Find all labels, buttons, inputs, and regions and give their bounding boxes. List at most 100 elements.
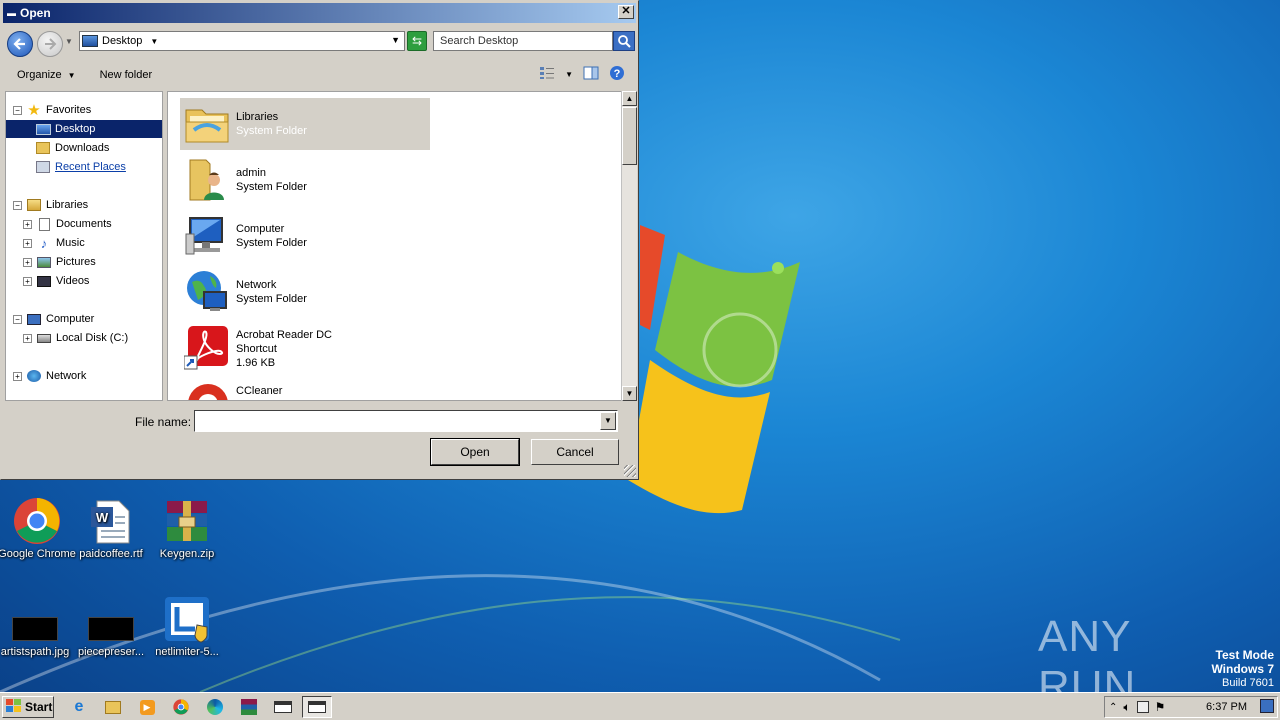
- tree-label: Pictures: [56, 256, 96, 268]
- view-dropdown-icon[interactable]: ▼: [565, 70, 573, 79]
- show-desktop-button[interactable]: [1260, 699, 1274, 713]
- tree-item-downloads[interactable]: Downloads: [35, 139, 109, 157]
- network-status-icon[interactable]: [1136, 701, 1149, 713]
- user-folder-icon: [184, 156, 230, 202]
- libraries-folder-icon: [184, 100, 230, 146]
- winrar-archive-icon: [163, 497, 211, 545]
- taskbar-window[interactable]: [268, 696, 298, 718]
- taskbar-winrar[interactable]: [234, 696, 264, 718]
- action-center-flag-icon[interactable]: ⚑: [1155, 700, 1166, 714]
- explorer-icon: [105, 700, 121, 714]
- organize-button[interactable]: Organize ▼: [5, 69, 88, 81]
- tree-item-favorites[interactable]: − ★ Favorites: [13, 101, 91, 119]
- breadcrumb-chevron-icon[interactable]: ▼: [150, 37, 158, 46]
- tree-item-recent-places[interactable]: Recent Places: [35, 158, 126, 176]
- desktop-icon-paidcoffee[interactable]: W paidcoffee.rtf: [72, 497, 150, 561]
- taskbar-ie[interactable]: e: [64, 696, 94, 718]
- collapse-icon[interactable]: −: [13, 105, 22, 115]
- libraries-icon: [26, 198, 42, 212]
- close-button[interactable]: ✕: [618, 5, 634, 19]
- change-view-icon[interactable]: [539, 66, 555, 83]
- taskbar-explorer[interactable]: [98, 696, 128, 718]
- test-mode-notice: Test Mode Windows 7 Build 7601: [1211, 648, 1274, 690]
- expand-icon[interactable]: +: [23, 219, 32, 229]
- expand-icon[interactable]: +: [23, 257, 32, 267]
- tree-item-libraries[interactable]: − Libraries: [13, 196, 88, 214]
- address-text: Desktop: [102, 35, 143, 47]
- collapse-icon[interactable]: −: [13, 200, 22, 210]
- scroll-thumb[interactable]: [622, 107, 637, 165]
- refresh-icon: ⇆: [411, 34, 423, 48]
- computer-icon: [184, 212, 230, 258]
- taskbar-chrome[interactable]: [166, 696, 196, 718]
- expand-icon[interactable]: +: [23, 238, 32, 248]
- volume-icon[interactable]: 🔈︎: [1123, 700, 1130, 715]
- collapse-icon[interactable]: −: [13, 314, 22, 324]
- search-input[interactable]: Search Desktop: [433, 31, 613, 51]
- file-item-admin[interactable]: admin System Folder: [180, 154, 430, 206]
- show-hidden-icons-icon[interactable]: ⌃: [1109, 702, 1117, 713]
- resize-grip[interactable]: [624, 465, 636, 477]
- file-item-ccleaner[interactable]: CCleaner Shortcut: [180, 378, 430, 400]
- tree-item-videos[interactable]: + Videos: [23, 272, 89, 290]
- cancel-button[interactable]: Cancel: [531, 439, 619, 465]
- taskbar-window-active[interactable]: [302, 696, 332, 718]
- dialog-system-menu-icon[interactable]: ▬: [7, 8, 16, 18]
- help-icon[interactable]: ?: [609, 65, 625, 84]
- file-item-network[interactable]: Network System Folder: [180, 266, 430, 318]
- desktop-icon-netlimiter[interactable]: netlimiter-5...: [148, 595, 226, 659]
- anyrun-watermark: ANY RUN: [1038, 612, 1137, 711]
- tree-item-music[interactable]: + ♪ Music: [23, 234, 85, 252]
- downloads-folder-icon: [35, 141, 51, 155]
- file-type: Shortcut: [236, 343, 277, 355]
- tree-item-desktop[interactable]: Desktop: [6, 120, 162, 138]
- taskbar: Start e ▶ ⌃ 🔈︎ ⚑ 6:37 PM: [0, 692, 1280, 720]
- tree-item-computer[interactable]: − Computer: [13, 310, 94, 328]
- refresh-button[interactable]: ⇆: [407, 31, 427, 51]
- file-item-libraries[interactable]: Libraries System Folder: [180, 98, 430, 150]
- desktop-icon: [35, 122, 51, 136]
- forward-button[interactable]: [37, 31, 63, 57]
- back-button[interactable]: [7, 31, 33, 57]
- tree-item-documents[interactable]: + Documents: [23, 215, 112, 233]
- chrome-icon: [173, 699, 189, 715]
- file-type: System Folder: [236, 293, 307, 305]
- vertical-scrollbar[interactable]: ▲ ▼: [621, 91, 637, 401]
- music-icon: ♪: [40, 235, 48, 251]
- start-button[interactable]: Start: [2, 696, 54, 718]
- taskbar-media-player[interactable]: ▶: [132, 696, 162, 718]
- file-item-acrobat[interactable]: Acrobat Reader DC Shortcut 1.96 KB: [180, 322, 430, 374]
- tree-item-network[interactable]: + Network: [13, 367, 86, 385]
- dialog-titlebar[interactable]: ▬ Open ✕: [3, 3, 636, 23]
- desktop-icon-keygen[interactable]: Keygen.zip: [148, 497, 226, 561]
- clock[interactable]: 6:37 PM: [1206, 701, 1247, 713]
- netlimiter-installer-icon: [163, 595, 211, 643]
- file-name: Acrobat Reader DC: [236, 329, 332, 341]
- file-name-dropdown-button[interactable]: ▼: [600, 412, 616, 430]
- scroll-up-button[interactable]: ▲: [622, 91, 637, 106]
- taskbar-edge[interactable]: [200, 696, 230, 718]
- open-button[interactable]: Open: [430, 438, 520, 466]
- tree-item-local-disk[interactable]: + Local Disk (C:): [23, 329, 128, 347]
- address-dropdown-icon[interactable]: ▼: [391, 35, 400, 45]
- search-button[interactable]: [613, 31, 635, 51]
- file-item-computer[interactable]: Computer System Folder: [180, 210, 430, 262]
- expand-icon[interactable]: +: [13, 371, 22, 381]
- expand-icon[interactable]: +: [23, 276, 32, 286]
- desktop-icon-artistspath[interactable]: artistspath.jpg: [0, 605, 74, 659]
- image-thumbnail-icon: [87, 605, 135, 643]
- desktop-icon-piecepreser[interactable]: piecepreser...: [72, 605, 150, 659]
- expand-icon[interactable]: +: [23, 333, 32, 343]
- tree-label: Videos: [56, 275, 90, 287]
- desktop-icon-chrome[interactable]: Google Chrome: [0, 497, 76, 561]
- file-name-input[interactable]: ▼: [194, 410, 618, 432]
- scroll-down-button[interactable]: ▼: [622, 386, 637, 401]
- new-folder-button[interactable]: New folder: [88, 69, 165, 81]
- history-dropdown-icon[interactable]: ▼: [65, 37, 73, 46]
- desktop-icon-label: paidcoffee.rtf: [79, 548, 143, 560]
- preview-pane-icon[interactable]: [583, 66, 599, 83]
- tree-label: Music: [56, 237, 85, 249]
- tree-item-pictures[interactable]: + Pictures: [23, 253, 96, 271]
- view-controls: ▼ ?: [539, 65, 625, 84]
- address-bar[interactable]: Desktop ▼ ▼: [79, 31, 405, 51]
